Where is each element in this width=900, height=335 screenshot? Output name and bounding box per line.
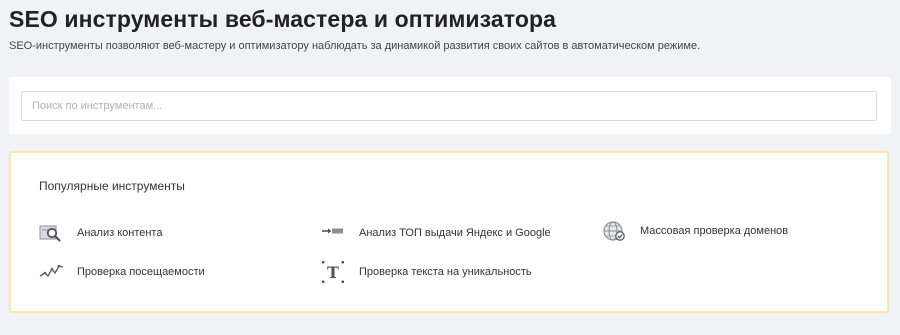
tool-text-uniqueness[interactable]: T Проверка текста на уникальность [321, 260, 532, 284]
tool-label: Анализ контента [77, 227, 163, 239]
arrow-bar-icon [321, 221, 347, 245]
tool-traffic-check[interactable]: Проверка посещаемости [39, 260, 205, 284]
tool-label: Массовая проверка доменов [640, 225, 789, 237]
magnifier-window-icon [39, 221, 65, 245]
search-panel [9, 77, 891, 134]
page-subtitle: SEO-инструменты позволяют веб-мастеру и … [9, 40, 701, 52]
search-input[interactable] [21, 91, 877, 121]
popular-tools-heading: Популярные инструменты [39, 179, 185, 193]
svg-text:T: T [327, 263, 339, 282]
globe-check-icon [602, 219, 628, 243]
text-t-icon: T [321, 260, 347, 284]
traffic-graph-icon [39, 260, 65, 284]
tool-content-analysis[interactable]: Анализ контента [39, 221, 162, 245]
tool-bulk-domain-check[interactable]: Массовая проверка доменов [602, 219, 788, 243]
tool-label: Анализ ТОП выдачи Яндекс и Google [359, 227, 551, 239]
page-title: SEO инструменты веб-мастера и оптимизато… [9, 6, 557, 32]
tool-top-serp-analysis[interactable]: Анализ ТОП выдачи Яндекс и Google [321, 221, 551, 245]
popular-tools-card: Популярные инструменты Анализ контента А… [9, 151, 889, 313]
tool-label: Проверка посещаемости [77, 266, 205, 278]
tool-label: Проверка текста на уникальность [359, 266, 532, 278]
